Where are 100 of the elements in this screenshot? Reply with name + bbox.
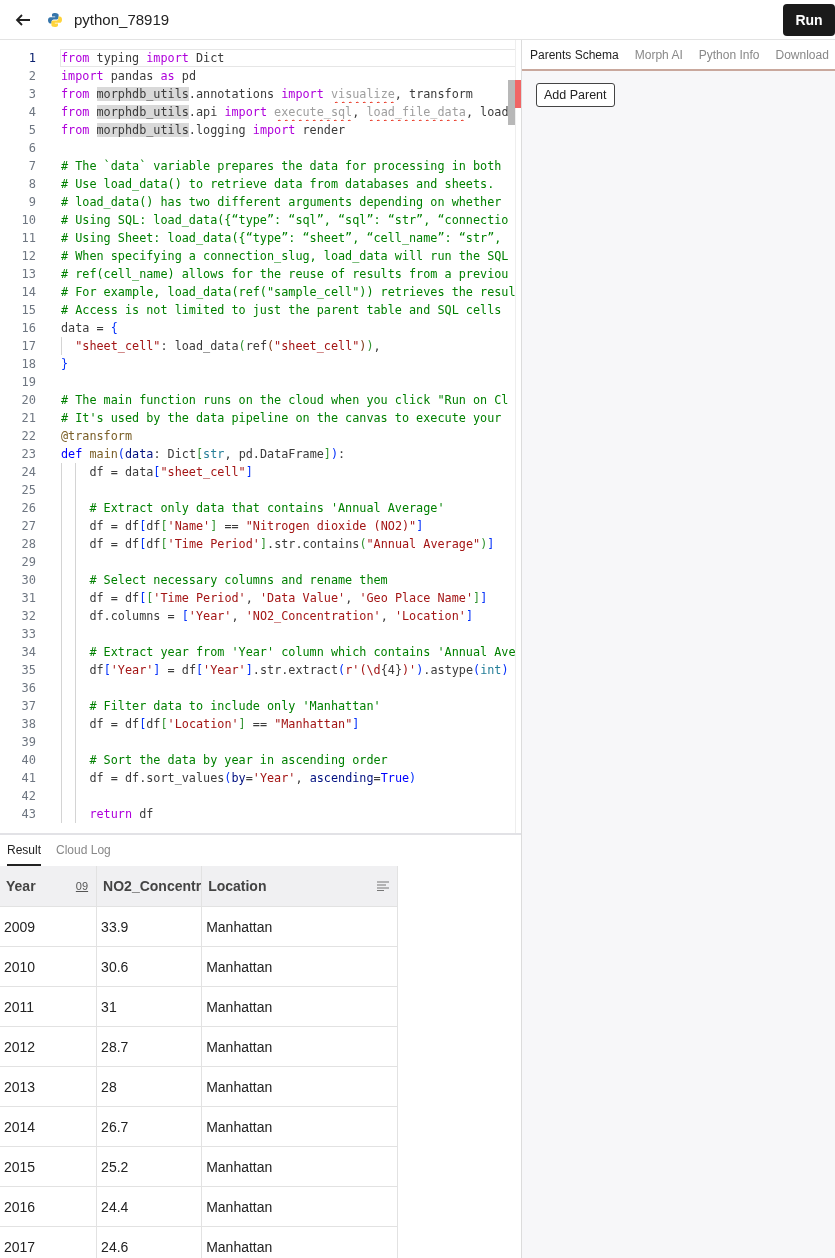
line-number: 38	[20, 717, 36, 731]
table-cell: 24.4	[101, 1198, 129, 1215]
line-number: 6	[27, 141, 36, 155]
panel-tab[interactable]: Python Info	[698, 47, 760, 62]
number-type-label: 09	[75, 880, 89, 892]
column-header: Location	[208, 878, 267, 894]
code-line: # The `data` variable prepares the data for processing in both	[60, 158, 503, 175]
add-parent-button[interactable]: Add Parent	[536, 83, 615, 107]
table-cell: 2011	[4, 998, 35, 1015]
line-number: 9	[27, 195, 36, 209]
code-line: "sheet_cell": load_data(ref("sheet_cell")),	[60, 337, 516, 355]
line-number: 18	[20, 357, 36, 371]
code-line: # Extract year from 'Year' column which contains 'Annual Ave	[60, 643, 516, 661]
line-number: 36	[20, 681, 36, 695]
line-number: 27	[20, 519, 36, 533]
table-cell: 28.7	[101, 1038, 129, 1055]
line-number: 41	[20, 771, 36, 785]
code-line: # Access is not limited to just the parent table and SQL cells	[60, 302, 503, 319]
line-number: 1	[27, 51, 36, 65]
line-number: 25	[20, 483, 36, 497]
line-number: 15	[20, 303, 36, 317]
line-number: 30	[20, 573, 36, 587]
table-cell: Manhattan	[206, 1078, 273, 1095]
table-cell: Manhattan	[206, 998, 273, 1015]
line-number: 42	[20, 789, 36, 803]
code-line: @transform	[60, 428, 134, 445]
table-cell: 2014	[4, 1118, 36, 1135]
code-line: from typing import Dict	[60, 49, 516, 67]
line-number: 37	[20, 699, 36, 713]
column-header: NO2_Concentr	[103, 878, 202, 894]
code-line: # The main function runs on the cloud when you click "Run on Cl	[60, 392, 510, 409]
line-number: 29	[20, 555, 36, 569]
table-cell: 2013	[4, 1078, 36, 1095]
line-number: 22	[20, 429, 36, 443]
line-number: 26	[20, 501, 36, 515]
code-line: # For example, load_data(ref("sample_cell")) retrieves the resul	[60, 284, 516, 301]
line-number: 5	[27, 123, 36, 137]
code-line: # When specifying a connection_slug, load_data will run the SQL	[60, 248, 510, 265]
code-line: # Use load_data() to retrieve data from databases and sheets.	[60, 176, 496, 193]
code-line: df = df[df['Name'] == "Nitrogen dioxide (NO2)"]	[60, 517, 516, 535]
table-cell: 2012	[4, 1038, 36, 1055]
table-cell: 25.2	[101, 1158, 129, 1175]
line-number: 21	[20, 411, 36, 425]
line-number: 7	[27, 159, 36, 173]
text-type-icon	[377, 881, 389, 891]
panel-tab[interactable]: Download	[775, 47, 829, 62]
line-number: 33	[20, 627, 36, 641]
table-cell: Manhattan	[206, 1238, 273, 1255]
line-number: 16	[20, 321, 36, 335]
line-number: 17	[20, 339, 36, 353]
table-cell: 2015	[4, 1158, 36, 1175]
line-number: 13	[20, 267, 36, 281]
python-logo-icon	[47, 11, 63, 28]
line-number: 4	[27, 105, 36, 119]
code-line: data = {	[60, 320, 119, 337]
line-number: 35	[20, 663, 36, 677]
panel-tab[interactable]: Parents Schema	[530, 47, 619, 62]
code-line: df = df.sort_values(by='Year', ascending=True)	[60, 769, 516, 787]
line-number: 32	[20, 609, 36, 623]
code-line: def main(data: Dict[str, pd.DataFrame]):	[60, 446, 347, 463]
column-header: Year	[6, 878, 36, 894]
line-number: 23	[20, 447, 36, 461]
line-number: 3	[27, 87, 36, 101]
code-line: # Sort the data by year in ascending order	[60, 751, 516, 769]
table-cell: 30.6	[101, 958, 129, 975]
line-number: 24	[20, 465, 36, 479]
table-cell: Manhattan	[206, 1118, 273, 1135]
code-line: df = df[['Time Period', 'Data Value', 'Geo Place Name']]	[60, 589, 516, 607]
run-button[interactable]: Run	[783, 3, 835, 36]
code-line: df['Year'] = df['Year'].str.extract(r'(\d{4})').astype(int)	[60, 661, 516, 679]
table-cell: 2017	[4, 1238, 36, 1255]
line-number: 39	[20, 735, 36, 749]
line-number: 19	[20, 375, 36, 389]
code-line: df = df[df['Time Period'].str.contains("Annual Average")]	[60, 535, 516, 553]
code-line: # Extract only data that contains 'Annual Average'	[60, 499, 516, 517]
table-cell: Manhattan	[206, 918, 273, 935]
line-number: 2	[27, 69, 36, 83]
line-number: 20	[20, 393, 36, 407]
line-number: 28	[20, 537, 36, 551]
code-line: df = df[df['Location'] == "Manhattan"]	[60, 715, 516, 733]
code-line: df.columns = ['Year', 'NO2_Concentration', 'Location']	[60, 607, 516, 625]
table-cell: 24.6	[101, 1238, 129, 1255]
code-line: # Using Sheet: load_data({“type”: “sheet”, “cell_name”: “str”,	[60, 230, 503, 247]
table-cell: Manhattan	[206, 1038, 273, 1055]
result-tab[interactable]: Cloud Log	[56, 835, 111, 866]
code-line: # Select necessary columns and rename them	[60, 571, 516, 589]
line-number: 40	[20, 753, 36, 767]
file-title: python_78919	[74, 11, 170, 28]
scrollbar-thumb[interactable]	[508, 80, 515, 125]
table-cell: 2016	[4, 1198, 36, 1215]
panel-tab[interactable]: Morph AI	[634, 47, 683, 62]
code-line: return df	[60, 805, 516, 823]
table-cell: 26.7	[101, 1118, 129, 1135]
line-number: 31	[20, 591, 36, 605]
table-cell: 2010	[4, 958, 36, 975]
code-line: # Filter data to include only 'Manhattan'	[60, 697, 516, 715]
code-line: from morphdb_utils.logging import render	[60, 122, 347, 139]
error-marker	[515, 80, 521, 108]
line-number: 43	[20, 807, 36, 821]
code-line: }	[60, 356, 70, 373]
